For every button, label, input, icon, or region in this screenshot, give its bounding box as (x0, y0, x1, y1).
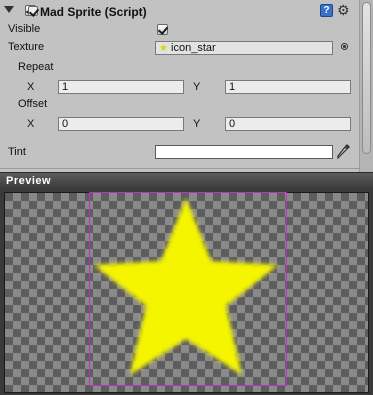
gear-icon[interactable]: ⚙ (337, 2, 350, 18)
enabled-checkbox[interactable] (28, 6, 40, 17)
offset-x-input[interactable]: 0 (58, 117, 184, 131)
offset-y-input[interactable]: 0 (225, 117, 351, 131)
repeat-label: Repeat (18, 61, 54, 73)
preview-header[interactable]: Preview (0, 172, 373, 189)
eyedropper-icon[interactable] (337, 143, 351, 159)
preview-area (0, 189, 373, 395)
tint-label: Tint (8, 146, 26, 158)
foldout-arrow-icon[interactable] (4, 6, 14, 13)
scrollbar-thumb[interactable] (362, 2, 371, 154)
star-thumbnail-icon: ★ (159, 43, 168, 54)
enabled-check-icon (28, 6, 40, 17)
sprite-bounds (89, 192, 287, 386)
inspector-scrollbar[interactable] (359, 0, 373, 172)
inspector-divider (0, 168, 359, 169)
texture-label: Texture (8, 41, 45, 53)
offset-label: Offset (18, 98, 48, 110)
visible-label: Visible (8, 23, 41, 35)
texture-field[interactable]: ★ icon_star (155, 41, 333, 55)
preview-canvas (4, 192, 369, 393)
tint-color-field[interactable] (155, 145, 333, 159)
offset-y-label: Y (193, 118, 201, 130)
offset-x-label: X (27, 118, 35, 130)
repeat-y-input[interactable]: 1 (225, 80, 351, 94)
inspector-panel: Mad Sprite (Script) ? ⚙ Visible Texture … (0, 0, 373, 172)
component-title: Mad Sprite (Script) (40, 5, 147, 19)
object-picker-icon[interactable] (341, 43, 348, 50)
visible-check-icon (157, 24, 169, 35)
star-sprite-image (94, 198, 278, 375)
visible-checkbox[interactable] (157, 24, 169, 35)
component-header[interactable]: Mad Sprite (Script) ? ⚙ (0, 0, 359, 22)
repeat-y-label: Y (193, 81, 201, 93)
repeat-x-label: X (27, 81, 35, 93)
texture-value: icon_star (171, 42, 216, 54)
help-icon[interactable]: ? (320, 4, 333, 17)
repeat-x-input[interactable]: 1 (58, 80, 184, 94)
preview-title: Preview (6, 175, 52, 187)
